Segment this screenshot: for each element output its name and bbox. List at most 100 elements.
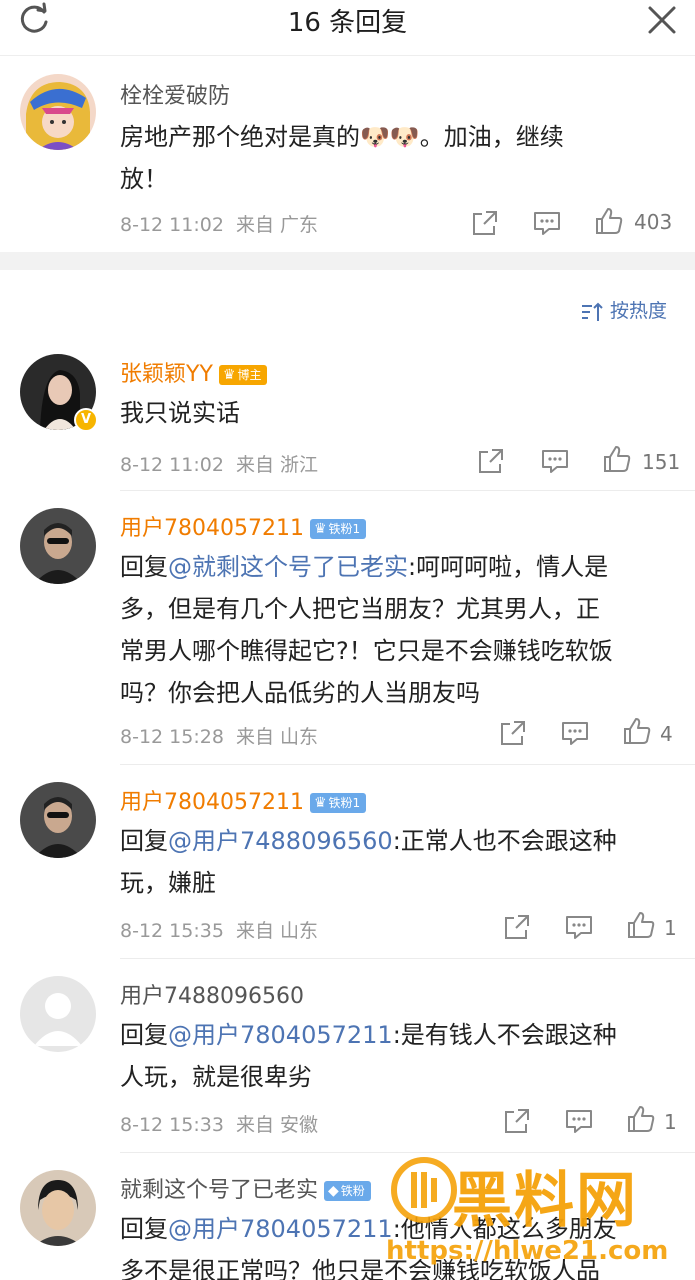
like-count: 1 (664, 1110, 677, 1134)
mention-link[interactable]: @用户7804057211 (168, 1021, 393, 1049)
comment-icon[interactable] (560, 718, 590, 748)
close-icon[interactable] (644, 2, 680, 38)
divider (120, 958, 695, 959)
avatar[interactable] (20, 74, 96, 150)
divider (120, 764, 695, 765)
divider (120, 490, 695, 491)
reply-prefix: 回复 (120, 1215, 168, 1243)
sort-icon (582, 302, 603, 321)
reply-prefix: 回复 (120, 553, 168, 581)
author-name: 用户7804057211 (120, 516, 304, 541)
badge-label: 铁粉 (340, 1184, 365, 1198)
watermark-url: https://hlwe21.com (386, 1236, 669, 1266)
blogger-badge: ♛ 博主 (218, 365, 268, 385)
comment-icon[interactable] (564, 912, 594, 942)
comment-icon[interactable] (540, 446, 570, 476)
header-bar: 16 条回复 (0, 0, 695, 56)
comment-time: 8-12 15:33 (120, 1114, 224, 1136)
like-icon[interactable] (594, 206, 624, 236)
comment-text-line: 常男人哪个瞧得起它?！它只是不会赚钱吃软饭 (120, 637, 613, 665)
comment-text-line: :是有钱人不会跟这种 (392, 1021, 617, 1049)
share-icon[interactable] (470, 208, 500, 238)
comment-source: 来自 山东 (236, 726, 319, 748)
avatar[interactable] (20, 976, 96, 1052)
comment-author[interactable]: 用户7804057211 ♛ 铁粉1 (120, 510, 367, 542)
page-title: 16 条回复 (287, 8, 408, 38)
comment-source: 来自 广东 (236, 214, 319, 236)
comment-time: 8-12 11:02 (120, 454, 224, 476)
share-icon[interactable] (476, 446, 506, 476)
comment-meta: 8-12 15:33 来自 安徽 (120, 1110, 318, 1137)
badge-label: 博主 (237, 368, 262, 382)
fan-badge: ♛ 铁粉1 (309, 793, 367, 813)
comment-author[interactable]: 用户7488096560 (120, 978, 304, 1010)
watermark-text: 黑料网 (452, 1166, 638, 1236)
comment-text-line: 多，但是有几个人把它当朋友？尤其男人，正 (120, 595, 600, 623)
reply-prefix: 回复 (120, 827, 168, 855)
share-icon[interactable] (502, 912, 532, 942)
share-icon[interactable] (498, 718, 528, 748)
comment-text-line: 。加油，继续 (419, 123, 564, 151)
author-name: 用户7804057211 (120, 790, 304, 815)
reply-prefix: 回复 (120, 1021, 168, 1049)
comment-meta: 8-12 15:28 来自 山东 (120, 722, 318, 749)
author-name: 就剩这个号了已老实 (120, 1178, 319, 1203)
fan-badge: ♛ 铁粉1 (309, 519, 367, 539)
comment-author[interactable]: 栓栓爱破防 (120, 78, 230, 110)
crown-icon: ♛ (222, 367, 236, 383)
mention-link[interactable]: @用户7488096560 (168, 827, 393, 855)
share-icon[interactable] (502, 1106, 532, 1136)
like-count: 4 (660, 722, 673, 746)
like-count: 1 (664, 916, 677, 940)
comment-text: 回复@就剩这个号了已老实:呵呵呵啦，情人是 多，但是有几个人把它当朋友？尤其男人… (120, 546, 675, 714)
comment-source: 来自 山东 (236, 920, 319, 942)
section-separator (0, 252, 695, 270)
badge-label: 铁粉1 (328, 522, 361, 536)
comment-time: 8-12 15:28 (120, 726, 224, 748)
comment-source: 来自 安徽 (236, 1114, 319, 1136)
root-comment: 栓栓爱破防 房地产那个绝对是真的🐶🐶。加油，继续 放！ 8-12 11:02 来… (0, 56, 695, 252)
comment-icon[interactable] (564, 1106, 594, 1136)
comment-source: 来自 浙江 (236, 454, 319, 476)
comment-text-line: :正常人也不会跟这种 (392, 827, 617, 855)
like-icon[interactable] (626, 1104, 656, 1134)
sort-label: 按热度 (610, 300, 668, 322)
comment-time: 8-12 15:35 (120, 920, 224, 942)
comment-text: 回复@用户7488096560:正常人也不会跟这种 玩，嫌脏 (120, 820, 675, 904)
mention-link[interactable]: @就剩这个号了已老实 (168, 553, 408, 581)
like-icon[interactable] (602, 444, 632, 474)
dog-emoji: 🐶🐶 (360, 123, 420, 151)
comment-text: 回复@用户7804057211:是有钱人不会跟这种 人玩，就是很卑劣 (120, 1014, 675, 1098)
mention-link[interactable]: @用户7804057211 (168, 1215, 393, 1243)
comment-text: 房地产那个绝对是真的🐶🐶。加油，继续 放！ (120, 116, 675, 200)
crown-icon: ♛ (313, 521, 327, 537)
sort-by-hot-button[interactable]: 按热度 (580, 296, 667, 323)
comment-text-line: 吗？你会把人品低劣的人当朋友吗 (120, 679, 480, 707)
crown-icon: ♛ (313, 795, 327, 811)
comment-meta: 8-12 11:02 来自 浙江 (120, 450, 318, 477)
author-name: 张颖颖YY (120, 362, 213, 387)
badge-label: 铁粉1 (328, 796, 361, 810)
verified-badge-icon: V (74, 408, 98, 432)
comment-text-line: 人玩，就是很卑劣 (120, 1063, 312, 1091)
avatar[interactable] (20, 782, 96, 858)
fan-badge: ◆ 铁粉 (324, 1181, 371, 1201)
comment-author[interactable]: 用户7804057211 ♛ 铁粉1 (120, 784, 367, 816)
diamond-icon: ◆ (328, 1183, 339, 1199)
comment-text-line: 放！ (120, 165, 168, 193)
avatar[interactable] (20, 1170, 96, 1246)
comment-time: 8-12 11:02 (120, 214, 224, 236)
comment-icon[interactable] (532, 208, 562, 238)
comment-meta: 8-12 11:02 来自 广东 (120, 210, 318, 237)
comment-meta: 8-12 15:35 来自 山东 (120, 916, 318, 943)
like-count: 403 (634, 210, 673, 234)
comment-text-line: 玩，嫌脏 (120, 869, 216, 897)
comment-author[interactable]: 就剩这个号了已老实 ◆ 铁粉 (120, 1172, 371, 1204)
comment-author[interactable]: 张颖颖YY ♛ 博主 (120, 356, 268, 388)
like-icon[interactable] (626, 910, 656, 940)
avatar[interactable] (20, 508, 96, 584)
like-count: 151 (642, 450, 681, 474)
like-icon[interactable] (622, 716, 652, 746)
comment-text-line: 房地产那个绝对是真的 (120, 123, 360, 151)
comment-text-line: :呵呵呵啦，情人是 (408, 553, 609, 581)
